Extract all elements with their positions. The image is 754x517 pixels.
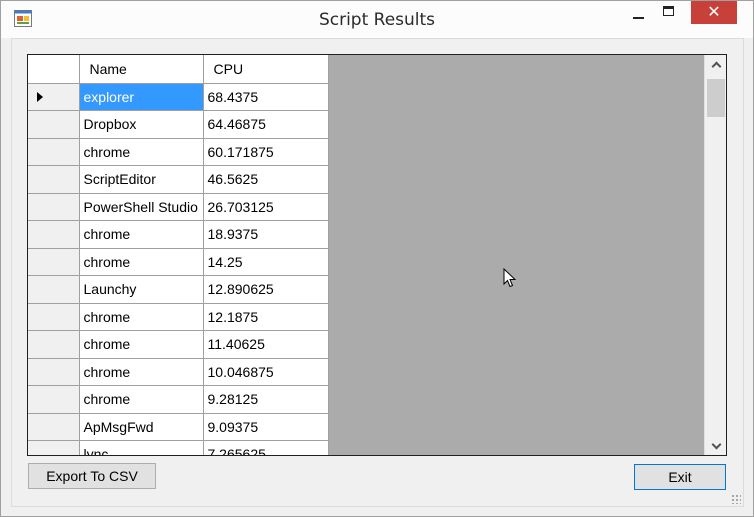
table-row[interactable]: lync 7.265625 <box>28 440 329 455</box>
close-icon: ✕ <box>707 2 721 21</box>
scroll-thumb[interactable] <box>707 79 725 117</box>
row-header[interactable] <box>28 165 80 194</box>
table-row[interactable]: PowerShell Studio 26.703125 <box>28 193 329 221</box>
script-results-window: Script Results ✕ Name CPU explorer 68.437… <box>0 0 754 517</box>
cell-cpu[interactable]: 9.28125 <box>203 385 329 414</box>
cell-name[interactable]: PowerShell Studio <box>79 193 204 221</box>
corner-header[interactable] <box>28 55 80 84</box>
row-header[interactable] <box>28 110 80 139</box>
table-row[interactable]: chrome 10.046875 <box>28 358 329 386</box>
column-header-name[interactable]: Name <box>79 55 204 84</box>
cell-cpu[interactable]: 46.5625 <box>203 165 329 194</box>
cell-cpu[interactable]: 10.046875 <box>203 358 329 386</box>
table-row[interactable]: chrome 12.1875 <box>28 303 329 331</box>
cell-cpu[interactable]: 14.25 <box>203 248 329 276</box>
scroll-down-icon[interactable] <box>705 433 726 455</box>
cell-cpu[interactable]: 11.40625 <box>203 330 329 359</box>
table-row[interactable]: explorer 68.4375 <box>28 83 329 111</box>
cell-name[interactable]: chrome <box>79 385 204 414</box>
vertical-scrollbar[interactable] <box>704 55 726 455</box>
row-header[interactable] <box>28 330 80 359</box>
row-header[interactable] <box>28 220 80 249</box>
row-pointer-icon <box>37 91 43 102</box>
results-datagrid[interactable]: Name CPU explorer 68.4375 Dropbox 64.46875 c… <box>27 54 727 456</box>
cell-cpu[interactable]: 7.265625 <box>203 440 329 455</box>
cell-name[interactable]: ApMsgFwd <box>79 413 204 441</box>
cell-name[interactable]: chrome <box>79 138 204 166</box>
export-csv-button[interactable]: Export To CSV <box>28 463 156 489</box>
cell-name[interactable]: chrome <box>79 358 204 386</box>
cell-cpu[interactable]: 60.171875 <box>203 138 329 166</box>
row-header[interactable] <box>28 358 80 386</box>
cell-cpu[interactable]: 64.46875 <box>203 110 329 139</box>
minimize-icon[interactable] <box>625 1 653 24</box>
cell-name[interactable]: chrome <box>79 248 204 276</box>
cell-cpu[interactable]: 9.09375 <box>203 413 329 441</box>
exit-button[interactable]: Exit <box>634 464 726 490</box>
row-header[interactable] <box>28 248 80 276</box>
table-row[interactable]: ApMsgFwd 9.09375 <box>28 413 329 441</box>
cell-cpu[interactable]: 68.4375 <box>203 83 329 111</box>
row-header[interactable] <box>28 275 80 304</box>
scroll-up-icon[interactable] <box>705 55 726 77</box>
row-header[interactable] <box>28 193 80 221</box>
table-row[interactable]: chrome 9.28125 <box>28 385 329 414</box>
cell-cpu[interactable]: 26.703125 <box>203 193 329 221</box>
row-header[interactable] <box>28 138 80 166</box>
cell-cpu[interactable]: 12.1875 <box>203 303 329 331</box>
cell-name[interactable]: Dropbox <box>79 110 204 139</box>
cell-name[interactable]: lync <box>79 440 204 455</box>
row-header[interactable] <box>28 413 80 441</box>
cell-name[interactable]: explorer <box>79 83 204 111</box>
table-row[interactable]: Dropbox 64.46875 <box>28 110 329 139</box>
cell-cpu[interactable]: 18.9375 <box>203 220 329 249</box>
row-header[interactable] <box>28 440 80 455</box>
cell-name[interactable]: chrome <box>79 303 204 331</box>
row-header[interactable] <box>28 83 80 111</box>
table-row[interactable]: ScriptEditor 46.5625 <box>28 165 329 194</box>
cell-cpu[interactable]: 12.890625 <box>203 275 329 304</box>
mouse-cursor-icon <box>503 268 517 288</box>
close-button[interactable]: ✕ <box>691 1 737 24</box>
maximize-icon[interactable] <box>655 1 683 24</box>
cell-name[interactable]: Launchy <box>79 275 204 304</box>
table-row[interactable]: chrome 18.9375 <box>28 220 329 249</box>
header-row: Name CPU <box>28 55 329 84</box>
title-bar[interactable]: Script Results ✕ <box>1 1 753 38</box>
cell-name[interactable]: chrome <box>79 330 204 359</box>
table-row[interactable]: chrome 11.40625 <box>28 330 329 359</box>
row-header[interactable] <box>28 303 80 331</box>
table-row[interactable]: Launchy 12.890625 <box>28 275 329 304</box>
table-row[interactable]: chrome 60.171875 <box>28 138 329 166</box>
column-header-cpu[interactable]: CPU <box>203 55 329 84</box>
size-grip-icon[interactable] <box>731 494 741 504</box>
results-table: Name CPU explorer 68.4375 Dropbox 64.46875 c… <box>28 55 329 455</box>
cell-name[interactable]: ScriptEditor <box>79 165 204 194</box>
grid-body: explorer 68.4375 Dropbox 64.46875 chrome 60.1… <box>28 83 329 455</box>
cell-name[interactable]: chrome <box>79 220 204 249</box>
table-row[interactable]: chrome 14.25 <box>28 248 329 276</box>
row-header[interactable] <box>28 385 80 414</box>
